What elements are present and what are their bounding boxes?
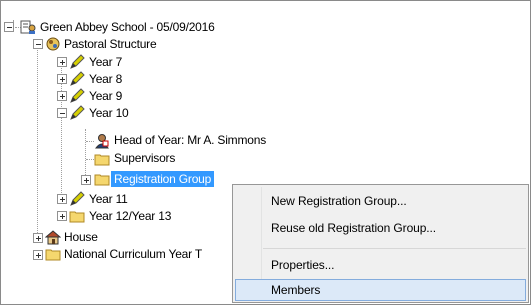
folder-icon (45, 249, 61, 261)
year-pencil-icon (70, 105, 85, 120)
tree-year7-label[interactable]: Year 7 (89, 55, 122, 69)
collapse-toggle-root[interactable] (4, 22, 14, 32)
person-icon (94, 134, 110, 149)
menu-item-reuse-registration-group[interactable]: Reuse old Registration Group... (271, 221, 436, 235)
tree-year8-label[interactable]: Year 8 (89, 72, 122, 86)
year-pencil-icon (70, 71, 85, 86)
tree-supervisors-label[interactable]: Supervisors (114, 151, 175, 165)
tree-house-label[interactable]: House (64, 230, 98, 244)
tree-year10-label[interactable]: Year 10 (89, 106, 129, 120)
tree-line (37, 42, 38, 235)
menu-separator (263, 248, 526, 249)
tree-year9-label[interactable]: Year 9 (89, 89, 122, 103)
pastoral-icon (46, 37, 60, 51)
tree-year12-13-label[interactable]: Year 12/Year 13 (89, 209, 171, 223)
menu-item-new-registration-group[interactable]: New Registration Group... (271, 194, 407, 208)
expand-toggle-registration[interactable] (81, 175, 91, 185)
collapse-toggle-year10[interactable] (57, 108, 67, 118)
collapse-toggle-pastoral[interactable] (33, 39, 43, 49)
tree-line (86, 141, 94, 142)
tree-line (86, 159, 94, 160)
expand-toggle-house[interactable] (33, 233, 43, 243)
expand-toggle-year11[interactable] (57, 194, 67, 204)
tree-year11-label[interactable]: Year 11 (89, 192, 128, 206)
expand-toggle-year12-13[interactable] (57, 211, 67, 221)
context-menu: New Registration Group... Reuse old Regi… (232, 184, 529, 303)
school-icon (20, 20, 36, 34)
house-icon (45, 230, 61, 245)
expand-toggle-year8[interactable] (57, 74, 67, 84)
folder-icon (69, 211, 85, 223)
tree-line (85, 129, 86, 179)
expand-toggle-year7[interactable] (57, 57, 67, 67)
tree-head-of-year-label[interactable]: Head of Year: Mr A. Simmons (114, 133, 266, 147)
year-pencil-icon (70, 54, 85, 69)
tree-pastoral-label[interactable]: Pastoral Structure (64, 37, 157, 51)
tree-national-curriculum-label[interactable]: National Curriculum Year T (64, 247, 202, 261)
expand-toggle-national-curriculum[interactable] (33, 250, 43, 260)
menu-item-members[interactable]: Members (271, 283, 320, 297)
expand-toggle-year9[interactable] (57, 91, 67, 101)
folder-icon (94, 174, 110, 186)
folder-icon (94, 154, 110, 166)
year-pencil-icon (70, 191, 85, 206)
tree-root-label[interactable]: Green Abbey School - 05/09/2016 (40, 20, 215, 34)
menu-item-properties[interactable]: Properties... (271, 258, 335, 272)
tree-registration-group-label[interactable]: Registration Group (111, 171, 215, 187)
year-pencil-icon (70, 88, 85, 103)
